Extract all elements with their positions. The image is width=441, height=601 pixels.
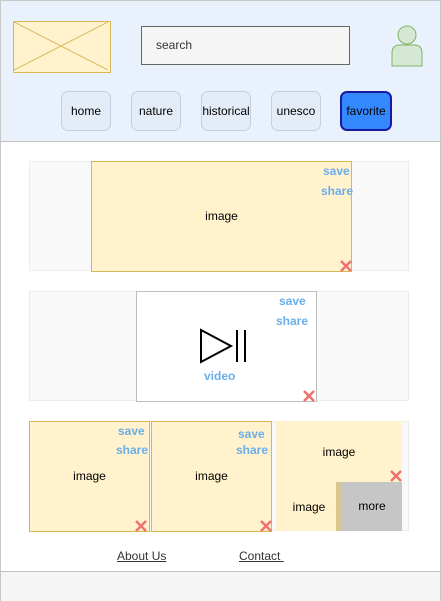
save-link[interactable]: save: [279, 294, 306, 308]
image-caption: image: [292, 500, 326, 514]
save-link[interactable]: save: [238, 427, 265, 441]
share-link[interactable]: share: [116, 443, 148, 457]
tab-favorite[interactable]: favorite: [340, 91, 392, 131]
more-button[interactable]: more: [342, 482, 402, 531]
delete-icon[interactable]: [135, 520, 147, 532]
image-caption: image: [205, 209, 238, 223]
header: search home nature historical unesco fav…: [1, 1, 440, 142]
post-image[interactable]: image: [91, 161, 352, 272]
tab-nature[interactable]: nature: [131, 91, 181, 131]
play-pause-icon[interactable]: [199, 328, 249, 364]
delete-icon[interactable]: [303, 390, 315, 402]
bottom-bar: [1, 571, 440, 601]
tab-historical[interactable]: historical: [201, 91, 251, 131]
share-link[interactable]: share: [276, 314, 308, 328]
image-caption: image: [73, 469, 106, 483]
delete-icon[interactable]: [390, 470, 402, 482]
save-link[interactable]: save: [323, 164, 350, 178]
video-caption: video: [204, 369, 236, 383]
search-input[interactable]: search: [141, 26, 350, 65]
tab-home[interactable]: home: [61, 91, 111, 131]
image-caption: image: [195, 469, 228, 483]
contact-link[interactable]: Contact: [239, 549, 284, 563]
user-icon[interactable]: [390, 25, 424, 67]
gallery-image[interactable]: image: [276, 421, 402, 482]
gallery-image[interactable]: image: [276, 482, 342, 531]
image-caption: image: [322, 445, 356, 459]
share-link[interactable]: share: [321, 184, 353, 198]
tab-unesco[interactable]: unesco: [271, 91, 321, 131]
save-link[interactable]: save: [118, 424, 145, 438]
delete-icon[interactable]: [340, 260, 352, 272]
app-frame: search home nature historical unesco fav…: [0, 0, 441, 601]
delete-icon[interactable]: [260, 520, 272, 532]
share-link[interactable]: share: [236, 443, 268, 457]
logo-placeholder-icon: [13, 21, 111, 73]
about-us-link[interactable]: About Us: [117, 549, 166, 563]
